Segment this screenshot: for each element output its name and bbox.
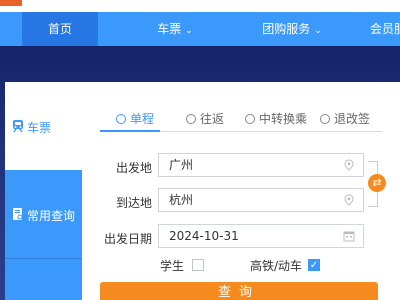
tab-one-way[interactable]: 单程 (116, 110, 154, 132)
tab-label: 单程 (130, 112, 155, 126)
trip-type-tabs: 单程 往返 中转换乘 退改签 (100, 110, 382, 132)
nav-item-group-service[interactable]: 团购服务 ⌄ (246, 12, 338, 46)
ticket-search-panel: 单程 往返 中转换乘 退改签 出发地 广州 到达地 杭州 ⇄ 出发日期 2024… (82, 82, 400, 300)
sidebar-item-tickets[interactable]: 车票 (5, 82, 82, 170)
to-station-input[interactable]: 杭州 (158, 188, 364, 212)
active-tab-indicator (100, 130, 160, 132)
search-doc-icon (13, 208, 23, 220)
to-label: 到达地 (115, 196, 152, 210)
departure-date-value: 2024-10-31 (169, 229, 239, 243)
nav-item-tickets[interactable]: 车票 ⌄ (140, 12, 210, 46)
nav-item-label: 首页 (47, 22, 72, 36)
sidebar-item-label: 车票 (27, 121, 52, 135)
tab-transfer[interactable]: 中转换乘 (245, 110, 307, 132)
logo-fragment (0, 0, 22, 6)
sidebar: 车票 常用查询 (5, 82, 82, 300)
tab-label: 往返 (200, 112, 225, 126)
chevron-down-icon: ⌄ (185, 26, 193, 36)
nav-item-label: 车票 (157, 22, 182, 36)
nav-item-home[interactable]: 首页 (22, 12, 98, 46)
calendar-icon (343, 231, 355, 242)
student-checkbox[interactable] (192, 259, 204, 271)
swap-stations-button[interactable]: ⇄ (368, 174, 386, 192)
transfer-icon (245, 114, 255, 124)
date-label: 出发日期 (103, 232, 152, 246)
nav-item-label: 团购服务 (262, 22, 311, 36)
to-station-value: 杭州 (169, 193, 194, 207)
nav-item-member[interactable]: 会员服 (370, 12, 400, 46)
highspeed-checkbox[interactable]: ✓ (308, 259, 320, 271)
tab-label: 退改签 (334, 112, 371, 126)
nav-item-label: 会员服 (370, 22, 400, 36)
from-station-value: 广州 (169, 158, 194, 172)
round-trip-icon (186, 114, 196, 124)
refund-icon (320, 114, 330, 124)
location-pin-icon (344, 159, 354, 171)
one-way-icon (116, 114, 126, 124)
sidebar-item-common-query[interactable]: 常用查询 (5, 170, 82, 258)
departure-date-input[interactable]: 2024-10-31 (158, 224, 364, 248)
from-station-input[interactable]: 广州 (158, 153, 364, 177)
tab-label: 中转换乘 (259, 112, 308, 126)
query-button[interactable]: 查询 (100, 282, 378, 300)
tab-refund-change[interactable]: 退改签 (320, 110, 370, 132)
main-nav: 首页 车票⌄ 团购服务⌄ 会员服 (0, 12, 400, 46)
from-label: 出发地 (115, 161, 152, 175)
student-label: 学生 (160, 259, 185, 273)
sidebar-divider (5, 258, 82, 259)
chevron-down-icon: ⌄ (314, 26, 322, 36)
location-pin-icon (344, 194, 354, 206)
train-icon (13, 120, 23, 133)
top-strip (0, 0, 400, 12)
tab-round-trip[interactable]: 往返 (186, 110, 224, 132)
highspeed-label: 高铁/动车 (250, 259, 303, 273)
sidebar-item-label: 常用查询 (27, 209, 76, 223)
